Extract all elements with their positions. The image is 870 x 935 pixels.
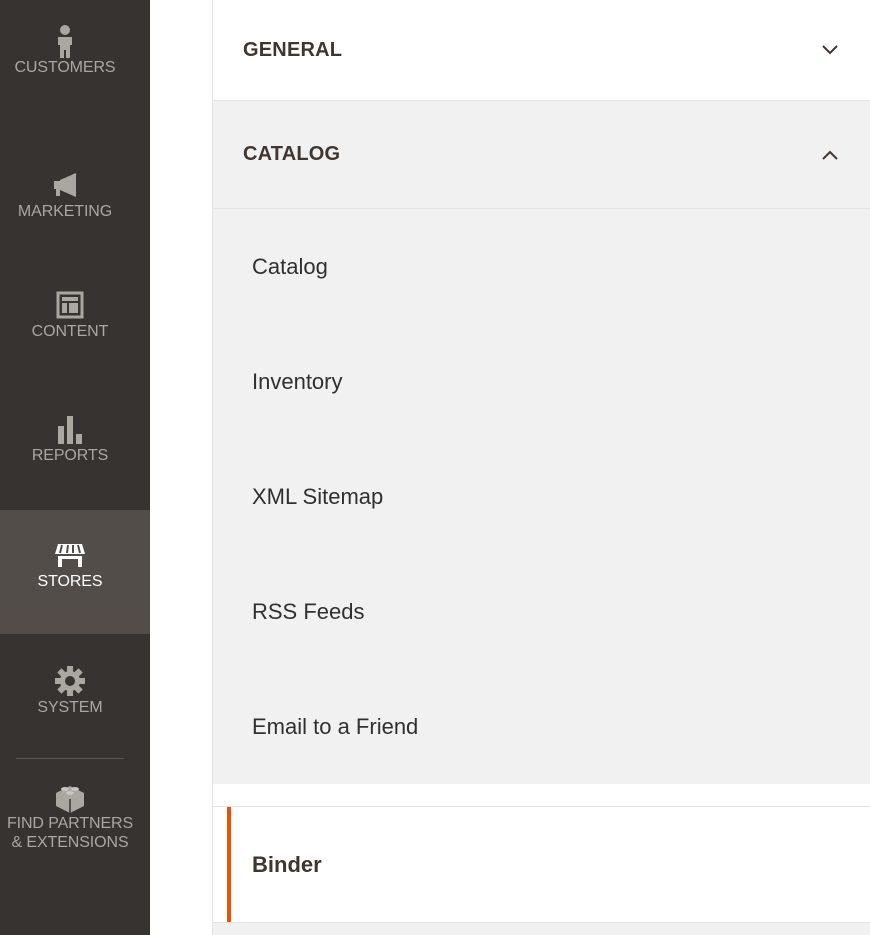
- active-tab-marker: [227, 807, 231, 922]
- tab-label: Inventory: [252, 368, 343, 394]
- config-tabs-panel: GENERAL CATALOG Catalog Inventory XML Si…: [212, 0, 870, 935]
- tab-inventory[interactable]: Inventory: [213, 324, 870, 439]
- menu-item-system[interactable]: SYSTEM: [0, 664, 150, 717]
- menu-divider: [16, 758, 124, 759]
- menu-label-find-partners: FIND PARTNERS: [6, 815, 134, 832]
- storefront-icon: [54, 538, 86, 572]
- megaphone-icon: [50, 168, 80, 202]
- tab-catalog[interactable]: Catalog: [213, 209, 870, 324]
- tab-email-to-a-friend[interactable]: Email to a Friend: [213, 669, 870, 784]
- section-general-title: GENERAL: [243, 38, 343, 61]
- menu-item-reports[interactable]: REPORTS: [0, 412, 150, 465]
- bar-chart-icon: [56, 412, 84, 446]
- gear-icon: [55, 664, 85, 698]
- tab-binder[interactable]: Binder: [213, 806, 870, 923]
- chevron-down-icon: [821, 42, 839, 63]
- menu-item-customers[interactable]: CUSTOMERS: [0, 24, 150, 77]
- section-catalog-title: CATALOG: [243, 143, 341, 165]
- tab-xml-sitemap[interactable]: XML Sitemap: [213, 439, 870, 554]
- tab-label: RSS Feeds: [252, 598, 365, 624]
- admin-menu: CUSTOMERS MARKETING CONTENT REPORTS STOR…: [0, 0, 150, 935]
- person-icon: [56, 24, 74, 58]
- tab-label: XML Sitemap: [252, 483, 384, 509]
- menu-item-content[interactable]: CONTENT: [0, 288, 150, 341]
- menu-label-extensions: & EXTENSIONS: [11, 834, 129, 851]
- tab-rss-feeds[interactable]: RSS Feeds: [213, 554, 870, 669]
- layout-icon: [56, 288, 84, 322]
- menu-label-marketing: MARKETING: [17, 203, 113, 220]
- menu-item-marketing[interactable]: MARKETING: [0, 168, 150, 221]
- tab-label: Catalog: [252, 253, 328, 279]
- panel-bottom-strip: [213, 923, 870, 935]
- menu-item-stores[interactable]: STORES: [0, 510, 150, 634]
- menu-label-customers: CUSTOMERS: [14, 59, 116, 76]
- menu-label-system: SYSTEM: [37, 699, 103, 716]
- lego-brick-icon: [55, 780, 85, 814]
- chevron-up-icon: [821, 147, 839, 168]
- tab-label: Binder: [252, 851, 322, 877]
- menu-item-find-partners[interactable]: FIND PARTNERS & EXTENSIONS: [0, 780, 200, 852]
- tab-label: Email to a Friend: [252, 713, 419, 739]
- menu-label-reports: REPORTS: [31, 447, 109, 464]
- section-general[interactable]: GENERAL: [213, 0, 870, 101]
- menu-label-content: CONTENT: [31, 323, 109, 340]
- section-catalog[interactable]: CATALOG: [213, 101, 870, 209]
- menu-label-stores: STORES: [37, 573, 103, 590]
